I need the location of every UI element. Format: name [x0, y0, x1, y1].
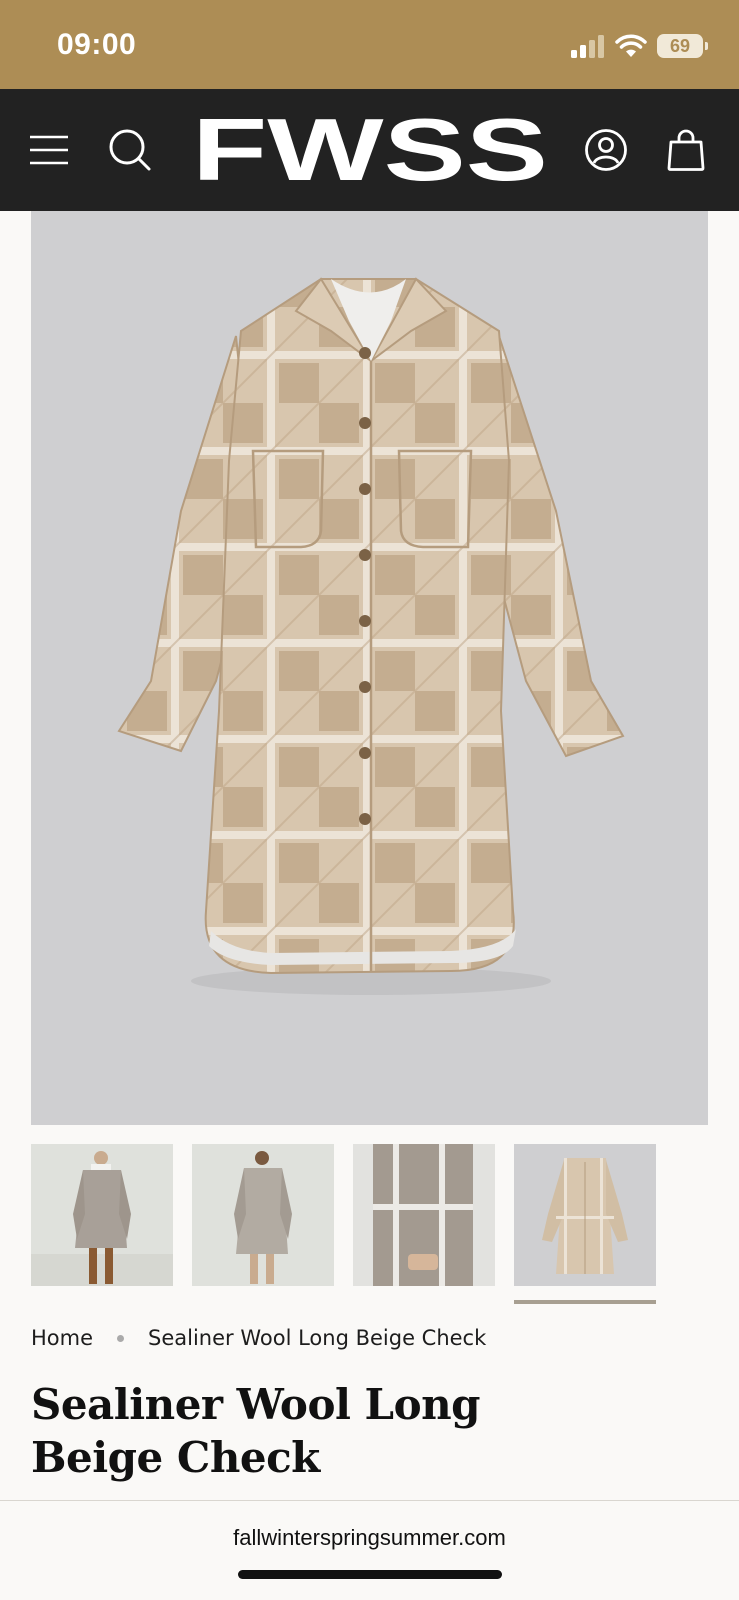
- status-time: 09:00: [57, 28, 137, 61]
- thumbnail-image: [514, 1144, 656, 1286]
- fwss-logo[interactable]: FWSS: [190, 112, 550, 188]
- search-button[interactable]: [100, 89, 160, 211]
- browser-url-bar: fallwinterspringsummer.com: [0, 1500, 739, 1600]
- thumbnail-4[interactable]: [514, 1144, 656, 1286]
- coat-illustration: [117, 277, 625, 995]
- thumbnail-image: [192, 1144, 334, 1286]
- cart-button[interactable]: [656, 89, 716, 211]
- battery-indicator: 69: [657, 34, 708, 58]
- logo-text: FWSS: [192, 112, 548, 188]
- thumbnail-1[interactable]: [31, 1144, 173, 1286]
- wifi-icon: [615, 34, 647, 57]
- status-bar: 09:00 69: [0, 0, 739, 89]
- url-text[interactable]: fallwinterspringsummer.com: [0, 1525, 739, 1551]
- main-product-image[interactable]: [31, 211, 708, 1125]
- product-title: Sealiner Wool Long Beige Check: [31, 1380, 480, 1482]
- breadcrumb: Home Sealiner Wool Long Beige Check: [31, 1326, 486, 1350]
- thumbnail-2[interactable]: [192, 1144, 334, 1286]
- breadcrumb-separator: [117, 1334, 125, 1342]
- menu-button[interactable]: [19, 89, 79, 211]
- thumbnail-image: [31, 1144, 173, 1286]
- thumbnail-3[interactable]: [353, 1144, 495, 1286]
- breadcrumb-current: Sealiner Wool Long Beige Check: [148, 1326, 487, 1350]
- status-icons: 69: [571, 32, 708, 60]
- signal-icon: [571, 35, 604, 58]
- active-thumbnail-indicator: [514, 1300, 656, 1304]
- account-button[interactable]: [576, 89, 636, 211]
- search-icon: [109, 129, 151, 171]
- menu-icon: [30, 135, 68, 165]
- bag-icon: [667, 129, 705, 171]
- account-icon: [585, 129, 627, 171]
- home-indicator[interactable]: [238, 1570, 502, 1579]
- thumbnail-image: [353, 1144, 495, 1286]
- breadcrumb-home[interactable]: Home: [31, 1326, 93, 1350]
